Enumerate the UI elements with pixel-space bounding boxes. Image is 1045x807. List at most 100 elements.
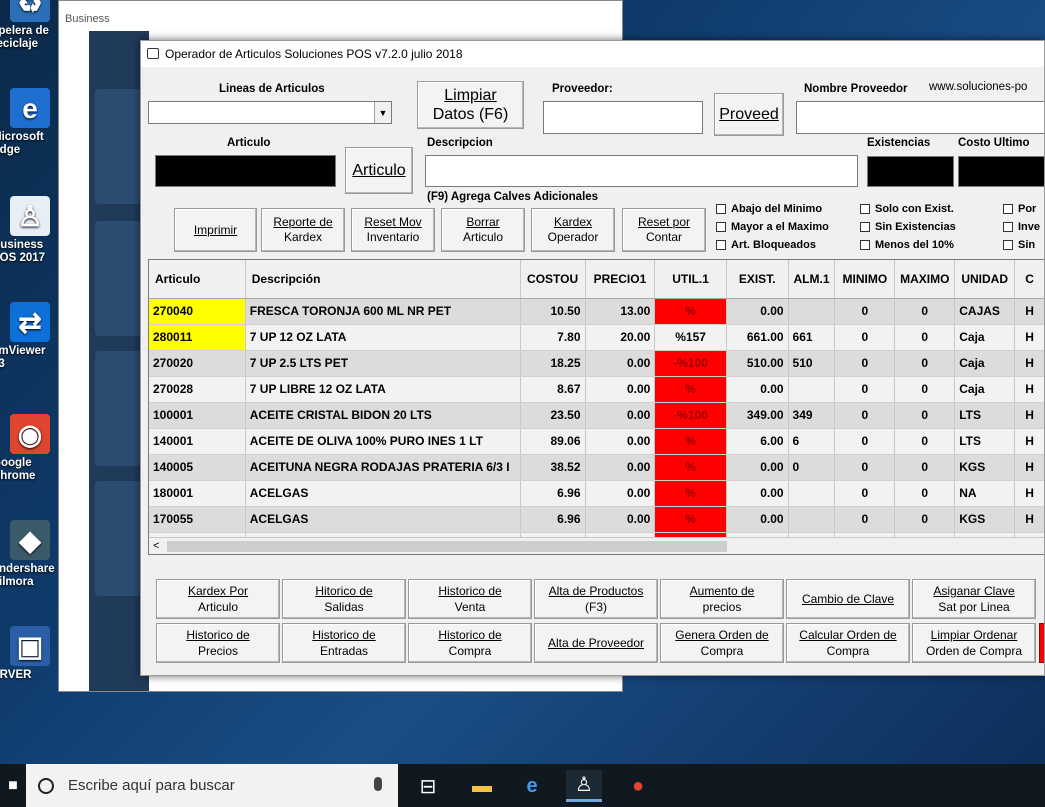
- desktop-icon[interactable]: ▣ ERVER: [0, 626, 60, 681]
- desktop-icon[interactable]: ♙ Business POS 2017: [0, 196, 60, 264]
- desktop-icon[interactable]: ◉ Google Chrome: [0, 414, 60, 482]
- checkbox-label: Inve: [1018, 221, 1041, 233]
- bottom-button[interactable]: Cambio de Clave: [786, 579, 910, 619]
- column-header[interactable]: EXIST.: [726, 260, 789, 299]
- column-header[interactable]: C: [1014, 260, 1044, 299]
- table-row[interactable]: 140001 ACEITE DE OLIVA 100% PURO INES 1 L…: [149, 428, 1044, 455]
- checkbox-box[interactable]: [1003, 222, 1013, 232]
- task-view-icon[interactable]: ⊟: [410, 770, 446, 802]
- red-indicator-button[interactable]: [1039, 623, 1044, 663]
- lineas-combo[interactable]: ▼: [148, 101, 392, 124]
- desktop-icon[interactable]: ◆ ondershare Filmora: [0, 520, 60, 588]
- kardex-operador-button[interactable]: Kardex Operador: [531, 208, 615, 252]
- articulo-input[interactable]: [155, 155, 336, 187]
- table-row[interactable]: 270040 FRESCA TORONJA 600 ML NR PET 10.50 1…: [149, 298, 1044, 325]
- column-header[interactable]: Articulo: [149, 260, 246, 299]
- table-cell-desc: 7 UP LIBRE 12 OZ LATA: [245, 376, 521, 403]
- column-header[interactable]: UTIL.1: [654, 260, 727, 299]
- limpiar-datos-button[interactable]: Limpiar Datos (F6): [417, 81, 524, 129]
- column-header[interactable]: PRECIO1: [585, 260, 656, 299]
- checkbox-mayor-maximo[interactable]: Mayor a el Maximo: [716, 221, 829, 233]
- desktop-icon[interactable]: e Microsoft Edge: [0, 88, 60, 156]
- articulos-grid[interactable]: Articulo Descripción COSTOU PRECIO1 UTIL.1 EX…: [148, 259, 1044, 555]
- checkbox-box[interactable]: [1003, 240, 1013, 250]
- imprimir-button[interactable]: Imprimir: [174, 208, 257, 252]
- column-header[interactable]: ALM.1: [788, 260, 836, 299]
- column-header[interactable]: COSTOU: [520, 260, 586, 299]
- proveed-button[interactable]: Proveed: [714, 93, 784, 136]
- scroll-left-icon[interactable]: <: [153, 540, 159, 552]
- checkbox-sin[interactable]: Sin: [1003, 239, 1035, 251]
- borrar-articulo-button[interactable]: Borrar Articulo: [441, 208, 525, 252]
- table-row[interactable]: 180001 ACELGAS 6.96 0.00% 0.00 0 0 NA H: [149, 480, 1044, 507]
- pos-icon[interactable]: ♙: [566, 770, 602, 802]
- bottom-button[interactable]: Aumento de precios: [660, 579, 784, 619]
- bottom-button[interactable]: Historico de Compra: [408, 623, 532, 663]
- bottom-button[interactable]: Alta de Productos (F3): [534, 579, 658, 619]
- column-header[interactable]: UNIDAD: [954, 260, 1016, 299]
- bottom-button[interactable]: Limpiar Ordenar Orden de Compra: [912, 623, 1036, 663]
- chevron-down-icon[interactable]: ▼: [374, 102, 391, 123]
- column-header[interactable]: Descripción: [245, 260, 521, 299]
- bottom-button[interactable]: Asiganar Clave Sat por Linea: [912, 579, 1036, 619]
- checkbox-box[interactable]: [860, 204, 870, 214]
- articulo-button[interactable]: Articulo: [345, 147, 413, 194]
- table-cell-util: -%100: [654, 350, 727, 377]
- bottom-button[interactable]: Genera Orden de Compra: [660, 623, 784, 663]
- checkbox-box[interactable]: [716, 240, 726, 250]
- taskbar-search[interactable]: Escribe aquí para buscar: [26, 764, 398, 807]
- desktop-icon[interactable]: ♻ apelera de reciclaje: [0, 0, 60, 50]
- checkbox-box[interactable]: [1003, 204, 1013, 214]
- column-header[interactable]: MAXIMO: [894, 260, 956, 299]
- checkbox-box[interactable]: [716, 222, 726, 232]
- bottom-button[interactable]: Historico de Venta: [408, 579, 532, 619]
- table-cell-articulo: 270028: [149, 376, 246, 403]
- windows-start-icon[interactable]: ■: [0, 764, 26, 807]
- articulos-table: Articulo Descripción COSTOU PRECIO1 UTIL.1 EX…: [149, 260, 1044, 554]
- table-row[interactable]: 170055 ACELGAS 6.96 0.00% 0.00 0 0 KGS H: [149, 506, 1044, 533]
- checkbox-inve[interactable]: Inve: [1003, 221, 1040, 233]
- table-cell-costo: 89.06: [520, 428, 586, 455]
- table-row[interactable]: 270028 7 UP LIBRE 12 OZ LATA 8.67 0.00% 0.00…: [149, 376, 1044, 403]
- table-cell-c: H: [1014, 480, 1044, 507]
- bottom-button[interactable]: Calcular Orden de Compra: [786, 623, 910, 663]
- microphone-icon[interactable]: [374, 777, 382, 791]
- table-row[interactable]: 270020 7 UP 2.5 LTS PET 18.25 0.00 -%100 510.…: [149, 350, 1044, 377]
- checkbox-por[interactable]: Por: [1003, 203, 1036, 215]
- checkbox-menos-10[interactable]: Menos del 10%: [860, 239, 954, 251]
- checkbox-box[interactable]: [860, 240, 870, 250]
- reset-contar-button[interactable]: Reset por Contar: [622, 208, 706, 252]
- descripcion-input[interactable]: [425, 155, 858, 187]
- column-header[interactable]: MINIMO: [834, 260, 896, 299]
- nombre-proveedor-input[interactable]: [796, 101, 1044, 134]
- table-row[interactable]: 140005 ACEITUNA NEGRA RODAJAS PRATERIA 6/…: [149, 454, 1044, 481]
- checkbox-abajo-minimo[interactable]: Abajo del Minimo: [716, 203, 822, 215]
- checkbox-solo-exist[interactable]: Solo con Exist.: [860, 203, 954, 215]
- chrome-icon[interactable]: ●: [620, 770, 656, 802]
- bottom-button[interactable]: Historico de Entradas: [282, 623, 406, 663]
- taskbar: ■ Escribe aquí para buscar ⊟ ▬ e ♙ ●: [0, 764, 1045, 807]
- table-row[interactable]: 100001 ACEITE CRISTAL BIDON 20 LTS 23.50 0.…: [149, 402, 1044, 429]
- table-cell-alm: [788, 506, 836, 533]
- file-explorer-icon[interactable]: ▬: [464, 770, 500, 802]
- reset-mov-button[interactable]: Reset Mov Inventario: [351, 208, 435, 252]
- bottom-button[interactable]: Alta de Proveedor: [534, 623, 658, 663]
- table-cell-articulo: 180001: [149, 480, 246, 507]
- scrollbar-thumb[interactable]: [167, 541, 727, 552]
- table-cell-c: H: [1014, 428, 1044, 455]
- checkbox-sin-existencias[interactable]: Sin Existencias: [860, 221, 956, 233]
- checkbox-box[interactable]: [716, 204, 726, 214]
- reporte-kardex-button[interactable]: Reporte de Kardex: [261, 208, 345, 252]
- table-cell-exist: 0.00: [726, 506, 789, 533]
- bottom-button[interactable]: Historico de Precios: [156, 623, 280, 663]
- bottom-button[interactable]: Kardex Por Articulo: [156, 579, 280, 619]
- horizontal-scrollbar[interactable]: <: [149, 537, 1044, 554]
- bottom-button[interactable]: Hitorico de Salidas: [282, 579, 406, 619]
- desktop-icon[interactable]: ⇄ amViewer 13: [0, 302, 60, 370]
- table-cell-alm: 510: [788, 350, 836, 377]
- table-row[interactable]: 280011 7 UP 12 OZ LATA 7.80 20.00 %157 661.00…: [149, 324, 1044, 351]
- edge-icon[interactable]: e: [514, 770, 550, 802]
- checkbox-bloqueados[interactable]: Art. Bloqueados: [716, 239, 816, 251]
- proveedor-input[interactable]: [543, 101, 703, 134]
- checkbox-box[interactable]: [860, 222, 870, 232]
